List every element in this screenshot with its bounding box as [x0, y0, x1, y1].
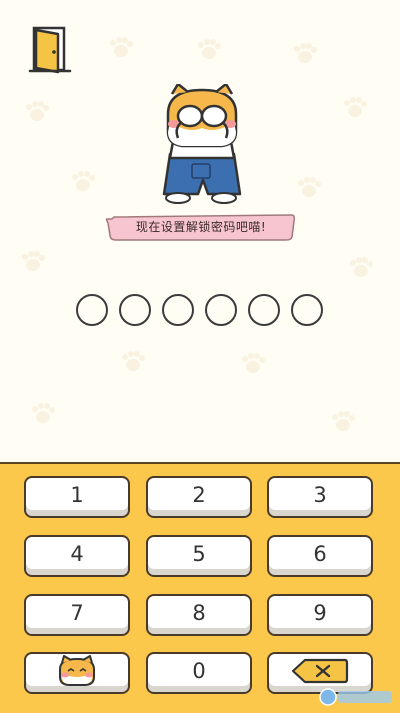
paw-print-decoration [122, 351, 145, 371]
exit-button[interactable] [28, 24, 78, 76]
pin-dot [162, 294, 194, 326]
key-label: 8 [192, 601, 206, 625]
set-password-prompt: 现在设置解锁密码吧喵! [135, 220, 267, 234]
key-9[interactable]: 9 [267, 594, 373, 636]
pin-indicator [76, 294, 326, 326]
watermark-logo [319, 688, 392, 706]
paw-print-decoration [110, 37, 133, 57]
paw-print-decoration [350, 257, 373, 277]
paw-print-decoration [332, 411, 355, 431]
key-3[interactable]: 3 [267, 476, 373, 518]
paw-print-decoration [198, 39, 221, 59]
cat-key[interactable] [24, 652, 130, 694]
paw-print-decoration [242, 353, 265, 373]
paw-print-decoration [72, 171, 95, 191]
backspace-icon [291, 658, 349, 684]
pin-dot [76, 294, 108, 326]
key-4[interactable]: 4 [24, 535, 130, 577]
pin-dot [205, 294, 237, 326]
key-5[interactable]: 5 [146, 535, 252, 577]
pin-dot [291, 294, 323, 326]
number-keypad: 1 2 3 4 5 6 7 8 9 0 [0, 462, 400, 713]
key-label: 2 [192, 483, 206, 507]
key-label: 6 [313, 542, 327, 566]
key-label: 4 [70, 542, 84, 566]
paw-print-decoration [32, 403, 55, 423]
key-label: 1 [70, 483, 84, 507]
lock-screen-background: 现在设置解锁密码吧喵! [0, 0, 400, 462]
paw-print-decoration [22, 251, 45, 271]
door-exit-icon [28, 26, 72, 74]
key-label: 5 [192, 542, 206, 566]
key-6[interactable]: 6 [267, 535, 373, 577]
paw-print-decoration [294, 43, 317, 63]
cat-mascot-covering-eyes [162, 84, 242, 204]
cat-face-icon [59, 655, 95, 686]
paw-print-decoration [298, 177, 321, 197]
paw-print-decoration [26, 101, 49, 121]
key-0[interactable]: 0 [146, 652, 252, 694]
key-8[interactable]: 8 [146, 594, 252, 636]
key-7[interactable]: 7 [24, 594, 130, 636]
key-1[interactable]: 1 [24, 476, 130, 518]
paw-print-decoration [344, 97, 367, 117]
pin-dot [119, 294, 151, 326]
key-label: 9 [313, 601, 327, 625]
key-label: 3 [313, 483, 327, 507]
key-2[interactable]: 2 [146, 476, 252, 518]
key-label: 0 [192, 659, 206, 683]
key-label: 7 [70, 601, 84, 625]
pin-dot [248, 294, 280, 326]
